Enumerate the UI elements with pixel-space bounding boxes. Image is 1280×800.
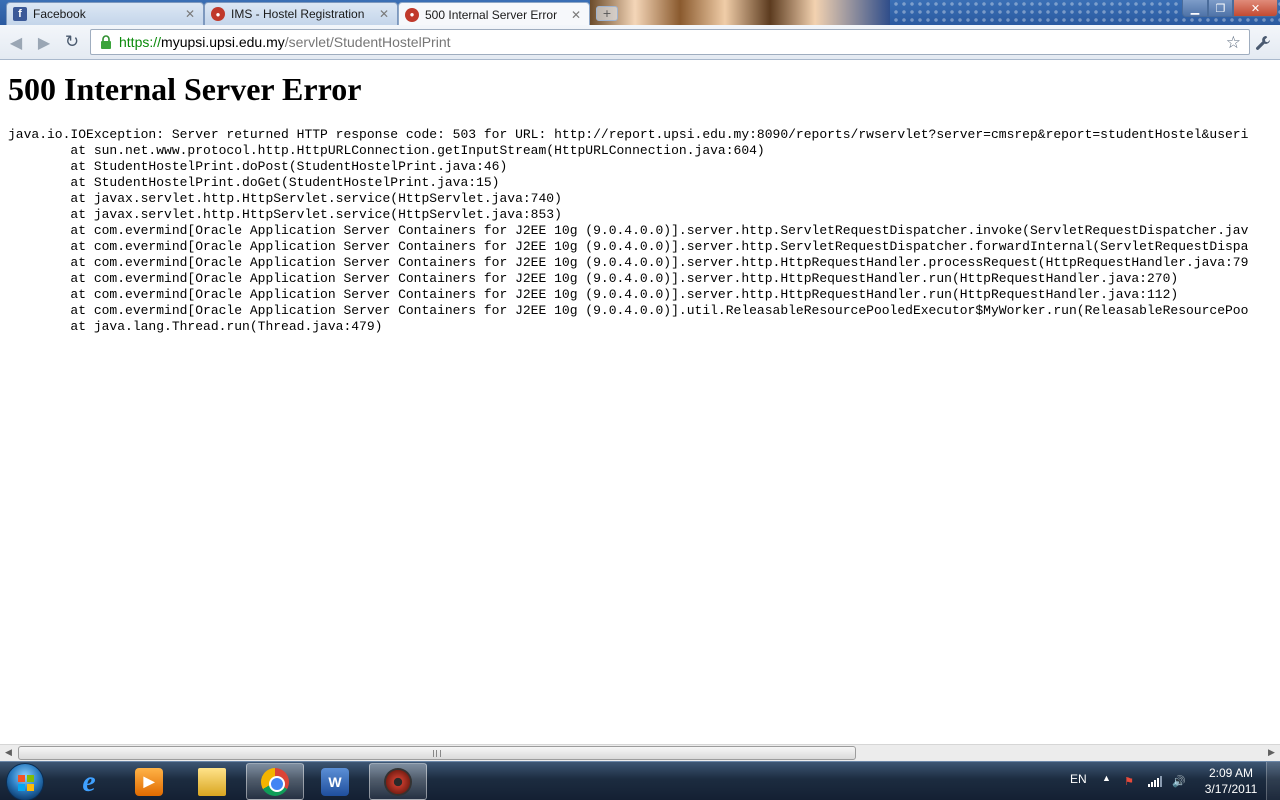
stack-trace-line: at com.evermind[Oracle Application Serve… [8,303,1249,318]
scrollbar-grip-icon [433,750,441,757]
taskbar: e ▶ W EN ▲ ⚑ 🔊 2:09 AM 3/17/2011 [0,761,1280,800]
tab-close-icon[interactable]: ✕ [571,8,581,22]
stack-trace-line: at com.evermind[Oracle Application Serve… [8,223,1249,238]
new-tab-button[interactable]: + [596,6,618,21]
tab-500-error[interactable]: ● 500 Internal Server Error ✕ [398,2,590,25]
tab-title: Facebook [33,7,86,21]
address-bar[interactable]: https://myupsi.upsi.edu.my/servlet/Stude… [90,29,1250,55]
media-player-icon: ▶ [135,767,163,796]
stack-trace-line: at com.evermind[Oracle Application Serve… [8,287,1179,302]
stack-trace-line: at com.evermind[Oracle Application Serve… [8,239,1249,254]
stack-trace-line: at StudentHostelPrint.doPost(StudentHost… [8,159,508,174]
url-path: /servlet/StudentHostelPrint [284,34,451,50]
taskbar-app-chrome[interactable] [246,763,304,800]
minimize-button[interactable]: ▁ [1182,0,1208,17]
stack-trace-line: at StudentHostelPrint.doGet(StudentHoste… [8,175,500,190]
taskbar-app-word[interactable]: W [306,763,364,800]
tab-hostel-registration[interactable]: ● IMS - Hostel Registration ✕ [204,2,398,25]
upsi-icon: ● [405,7,419,22]
stack-trace-line: at com.evermind[Oracle Application Serve… [8,255,1249,270]
stack-trace-line: at java.lang.Thread.run(Thread.java:479) [8,319,383,334]
network-icon[interactable] [1148,774,1162,788]
internet-explorer-icon: e [82,764,96,798]
close-window-button[interactable]: ✕ [1233,0,1278,17]
taskbar-app-media-player[interactable]: ▶ [120,763,178,800]
lock-icon [99,34,113,50]
maximize-button[interactable]: ❐ [1208,0,1233,17]
upsi-icon: ● [211,7,225,21]
stack-trace-line: java.io.IOException: Server returned HTT… [8,127,1249,142]
star-icon[interactable]: ☆ [1226,33,1241,53]
reload-icon[interactable]: ↻ [61,31,83,53]
scroll-left-icon[interactable]: ◀ [0,745,17,761]
volume-icon[interactable]: 🔊 [1172,774,1186,788]
page-content: 500 Internal Server Error java.io.IOExce… [0,61,1280,744]
url-host: myupsi.upsi.edu.my [161,34,285,50]
tab-close-icon[interactable]: ✕ [185,7,195,21]
page-title: 500 Internal Server Error [8,71,362,107]
word-icon: W [321,767,349,796]
stack-trace-line: at com.evermind[Oracle Application Serve… [8,271,1179,286]
taskbar-app-dvd-player[interactable] [369,763,427,800]
system-clock[interactable]: 2:09 AM 3/17/2011 [1196,765,1266,797]
action-center-icon[interactable]: ⚑ [1122,774,1136,788]
facebook-icon: f [13,7,27,21]
system-tray: EN ▲ ⚑ 🔊 [1066,762,1196,800]
forward-icon[interactable]: ▶ [33,31,55,53]
taskbar-app-file-explorer[interactable] [183,763,241,800]
tab-close-icon[interactable]: ✕ [379,7,389,21]
horizontal-scrollbar[interactable]: ◀ ▶ [0,744,1280,761]
taskbar-app-internet-explorer[interactable]: e [60,763,118,800]
scroll-right-icon[interactable]: ▶ [1263,745,1280,761]
clock-time: 2:09 AM [1208,766,1254,780]
wrench-icon[interactable] [1253,33,1273,53]
stack-trace-line: at javax.servlet.http.HttpServlet.servic… [8,207,562,222]
url-scheme: https:// [119,34,162,50]
show-hidden-icons-icon[interactable]: ▲ [1102,773,1111,783]
chrome-icon [261,767,289,796]
clock-date: 3/17/2011 [1204,782,1258,796]
file-explorer-icon [198,767,226,796]
show-desktop-button[interactable] [1266,762,1280,800]
tab-strip: f Facebook ✕ ● IMS - Hostel Registration… [0,0,1280,25]
theme-artwork [590,0,890,25]
tab-title: 500 Internal Server Error [425,7,558,22]
back-icon[interactable]: ◀ [5,31,27,53]
tab-title: IMS - Hostel Registration [231,7,365,21]
stack-trace-line: at javax.servlet.http.HttpServlet.servic… [8,191,562,206]
dvd-player-icon [384,767,412,796]
stack-trace: java.io.IOException: Server returned HTT… [8,127,1248,335]
language-indicator[interactable]: EN [1070,772,1087,786]
stack-trace-line: at sun.net.www.protocol.http.HttpURLConn… [8,143,765,158]
scrollbar-thumb[interactable] [18,746,856,760]
browser-toolbar: ◀ ▶ ↻ https://myupsi.upsi.edu.my/servlet… [0,25,1280,60]
start-button[interactable] [6,763,44,800]
tab-facebook[interactable]: f Facebook ✕ [6,2,204,25]
